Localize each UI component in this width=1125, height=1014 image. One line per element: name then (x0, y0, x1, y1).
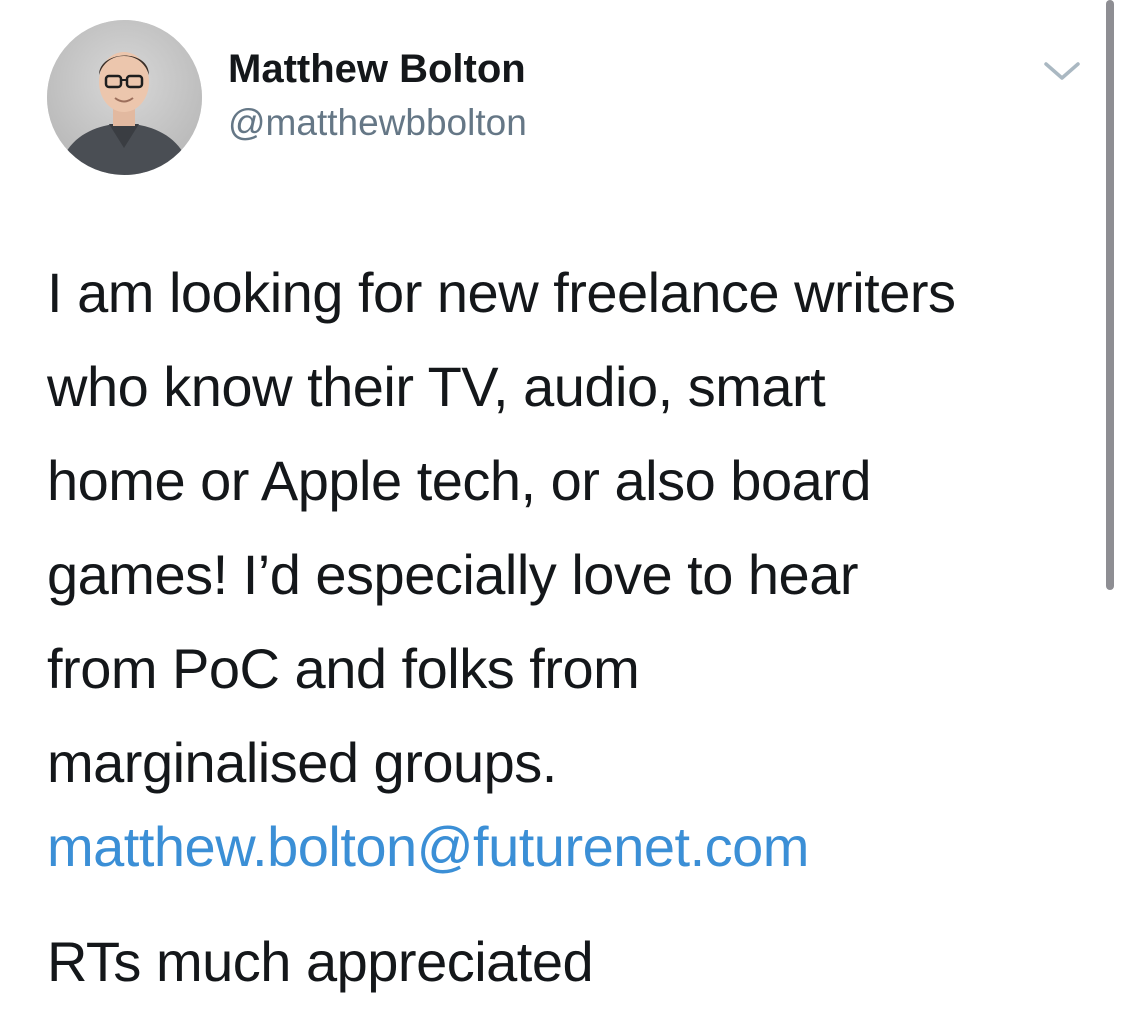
tweet-body: I am looking for new freelance writers w… (47, 246, 1097, 810)
scrollbar[interactable] (1106, 0, 1114, 590)
avatar[interactable] (47, 20, 202, 175)
tweet-body-line: games! I’d especially love to hear (47, 543, 859, 606)
profile-photo-icon (47, 20, 202, 175)
tweet-body-line: marginalised groups. (47, 731, 557, 794)
tweet-body-line: from PoC and folks from (47, 637, 640, 700)
tweet-closing-text: RTs much appreciated (47, 930, 594, 993)
tweet-body-line: I am looking for new freelance writers (47, 261, 956, 324)
tweet: Matthew Bolton @matthewbbolton I am look… (0, 0, 1125, 1014)
author-handle[interactable]: @matthewbbolton (228, 99, 527, 147)
author-display-name[interactable]: Matthew Bolton (228, 43, 526, 95)
tweet-body-line: home or Apple tech, or also board (47, 449, 872, 512)
email-link[interactable]: matthew.bolton@futurenet.com (47, 800, 809, 894)
tweet-body-line: who know their TV, audio, smart (47, 355, 826, 418)
chevron-down-icon[interactable] (1040, 56, 1084, 86)
